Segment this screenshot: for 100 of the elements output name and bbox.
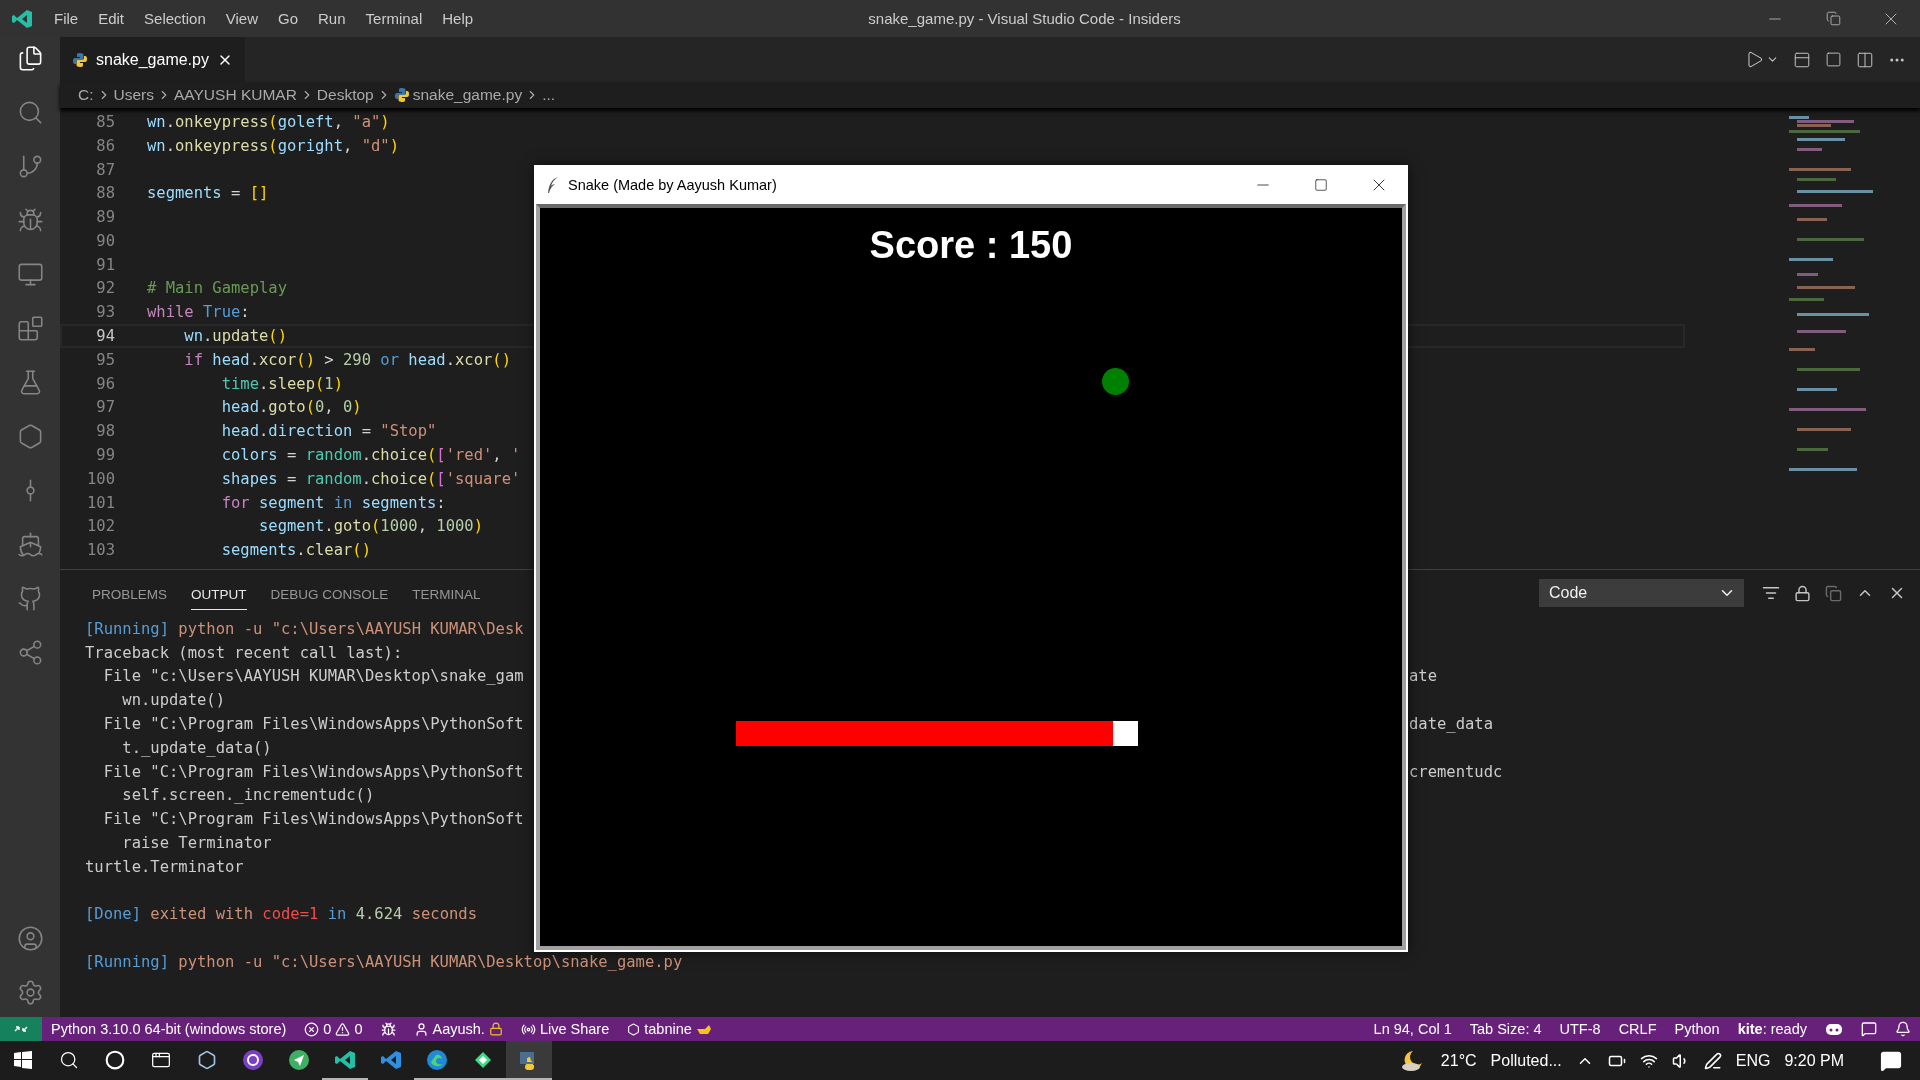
- menu-item[interactable]: Terminal: [355, 10, 433, 27]
- send-icon[interactable]: [288, 1048, 310, 1071]
- preview-icon[interactable]: [1793, 50, 1811, 69]
- line-number: 103: [86, 540, 115, 561]
- clear-output-icon[interactable]: [1762, 584, 1780, 602]
- menu-item[interactable]: Edit: [88, 10, 135, 27]
- output-line: crementudc: [1409, 761, 1504, 782]
- search-icon[interactable]: [59, 1049, 79, 1070]
- error-icon: [304, 1021, 320, 1037]
- line-number: 88: [95, 183, 115, 204]
- run-icon[interactable]: [1745, 50, 1764, 69]
- output-line: File "c:\Users\AAYUSH KUMAR\Desktop\snake_gam: [102, 666, 524, 687]
- code-line: segments.clear(): [220, 540, 371, 561]
- status-item[interactable]: CRLF: [1609, 1021, 1666, 1037]
- clock[interactable]: 9:20 PM: [1784, 1051, 1844, 1070]
- tabnine-item[interactable]: tabnine: [618, 1021, 721, 1037]
- breadcrumb-item[interactable]: ...: [542, 86, 556, 104]
- breadcrumb-item[interactable]: Users: [113, 86, 154, 104]
- input-language[interactable]: ENG: [1735, 1051, 1771, 1070]
- panel-tab[interactable]: OUTPUT: [191, 576, 247, 610]
- window-title: snake_game.py - Visual Studio Code - Insiders: [867, 10, 1182, 27]
- output-line: raise Terminator: [121, 833, 272, 854]
- problems-item[interactable]: 0 0: [295, 1021, 372, 1037]
- code-line: if head.xcor() > 290 or head.xcor(): [183, 349, 512, 370]
- menu-item[interactable]: File: [44, 10, 89, 27]
- output-line: File "C:\Program Files\WindowsApps\PythonSoft: [102, 714, 524, 735]
- feedback-icon[interactable]: [1861, 1021, 1877, 1037]
- menu-item[interactable]: Help: [432, 10, 484, 27]
- breadcrumb-item[interactable]: snake_game.py: [412, 86, 523, 104]
- circle-icon[interactable]: [105, 1049, 125, 1070]
- code-icon[interactable]: [380, 1048, 402, 1071]
- output-line: [Running] python -u "c:\Users\AAYUSH KUMAR\Desk: [85, 618, 524, 639]
- python-file-icon: [393, 87, 410, 103]
- browser-icon[interactable]: [426, 1048, 448, 1071]
- line-number: 97: [95, 397, 115, 418]
- interpreter-item[interactable]: Python 3.10.0 64-bit (windows store): [42, 1021, 296, 1037]
- bug-icon[interactable]: [380, 1021, 396, 1037]
- code-icon[interactable]: [334, 1048, 356, 1071]
- remote-button[interactable]: [0, 1017, 42, 1041]
- breadcrumb-item[interactable]: AAYUSH KUMAR: [174, 86, 297, 104]
- bell-icon[interactable]: [1895, 1021, 1911, 1037]
- layout-icon[interactable]: [1825, 51, 1842, 68]
- restore-icon[interactable]: [1825, 11, 1841, 26]
- code-line: # Main Gameplay: [147, 278, 287, 299]
- ship-icon[interactable]: [15, 529, 45, 559]
- status-item[interactable]: Tab Size: 4: [1460, 1021, 1551, 1037]
- code-line: time.sleep(1): [220, 373, 344, 394]
- weather-status[interactable]: Polluted...: [1490, 1051, 1562, 1070]
- status-item[interactable]: Python: [1665, 1021, 1729, 1037]
- status-item[interactable]: Ln 94, Col 1: [1364, 1021, 1461, 1037]
- output-line: ate: [1409, 666, 1438, 687]
- menu-item[interactable]: Run: [308, 10, 356, 27]
- panel-tab[interactable]: DEBUG CONSOLE: [270, 576, 389, 610]
- output-line: File "C:\Program Files\WindowsApps\PythonSoft: [102, 809, 524, 830]
- split-editor-icon[interactable]: [1856, 50, 1874, 69]
- hexagon-icon: [627, 1022, 641, 1036]
- notifications-icon[interactable]: [1880, 1049, 1902, 1072]
- menu-item[interactable]: Go: [268, 10, 308, 27]
- breadcrumb-item[interactable]: Desktop: [316, 86, 374, 104]
- lock-icon[interactable]: [1794, 584, 1811, 602]
- person-icon: [413, 1021, 429, 1037]
- editor-tab[interactable]: snake_game.py: [60, 37, 245, 82]
- code-line: wn.onkeypress(goleft, "a"): [147, 111, 390, 132]
- code-line: while True:: [147, 302, 250, 323]
- cube-icon[interactable]: [197, 1049, 217, 1070]
- output-line: date_data: [1409, 714, 1494, 735]
- line-number: 87: [95, 159, 115, 180]
- blocks-icon[interactable]: [15, 313, 45, 343]
- panel-tab[interactable]: TERMINAL: [412, 576, 481, 610]
- code-line: head.goto(0, 0): [220, 397, 362, 418]
- code-line: colors = random.choice(['red', ': [220, 445, 521, 466]
- output-line: File "C:\Program Files\WindowsApps\PythonSoft: [102, 761, 524, 782]
- line-number: 85: [95, 111, 115, 132]
- code-line: head.direction = "Stop": [220, 421, 437, 442]
- menu-item[interactable]: Selection: [134, 10, 216, 27]
- score-label: Score : 150: [868, 224, 1074, 267]
- hand-icon: [695, 1023, 712, 1035]
- live-share-item[interactable]: Live Share: [511, 1021, 619, 1037]
- account-icon[interactable]: [15, 923, 45, 953]
- output-channel-select[interactable]: Code: [1539, 579, 1744, 607]
- pen-icon[interactable]: [1703, 1051, 1722, 1070]
- line-number: 91: [95, 254, 115, 275]
- copilot-icon[interactable]: [1825, 1021, 1843, 1037]
- breadcrumb-item[interactable]: C:: [78, 86, 94, 104]
- status-item[interactable]: kite: ready: [1728, 1021, 1816, 1037]
- account-item[interactable]: Aayush.: [404, 1021, 512, 1037]
- app-logo-icon: [11, 7, 33, 30]
- temperature[interactable]: 21°C: [1440, 1051, 1477, 1070]
- menu-item[interactable]: View: [215, 10, 268, 27]
- code-line: segments = []: [147, 183, 269, 204]
- maximize-icon[interactable]: [1314, 177, 1328, 192]
- code-line: for segment in segments:: [220, 492, 446, 513]
- github-icon[interactable]: [242, 1048, 264, 1071]
- copy-icon[interactable]: [1825, 584, 1842, 602]
- output-line: turtle.Terminator: [85, 856, 244, 877]
- start-icon[interactable]: [13, 1049, 33, 1070]
- line-number: 89: [95, 207, 115, 228]
- status-item[interactable]: UTF-8: [1550, 1021, 1610, 1037]
- taskbar-app[interactable]: [506, 1041, 552, 1080]
- panel-tab[interactable]: PROBLEMS: [92, 576, 168, 610]
